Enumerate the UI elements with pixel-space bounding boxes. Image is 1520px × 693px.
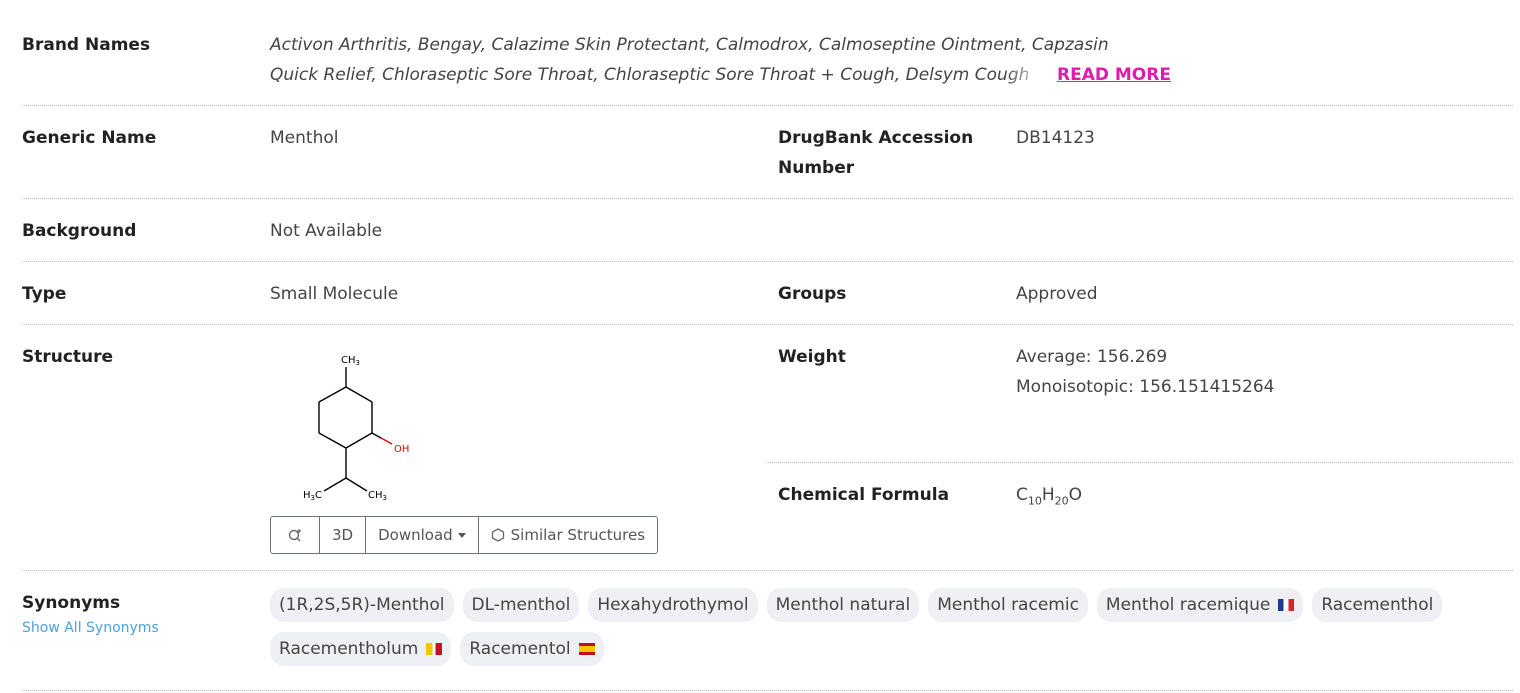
- chemical-formula-value: C10H20O: [1016, 485, 1083, 508]
- synonym-pill: Racementol: [460, 632, 604, 666]
- type-value: Small Molecule: [270, 284, 399, 304]
- similar-structures-label: Similar Structures: [510, 526, 646, 544]
- structure-toolbar: 3D Download Similar Structures: [270, 516, 659, 554]
- magnify-icon: [288, 529, 301, 542]
- groups-label: Groups: [778, 284, 847, 304]
- generic-name-value: Menthol: [270, 128, 339, 148]
- divider: [22, 198, 1513, 199]
- weight-monoisotopic: Monoisotopic: 156.151415264: [1016, 377, 1275, 397]
- atom-ch3-top: CH3: [341, 355, 360, 367]
- synonym-pill: Menthol natural: [766, 588, 920, 622]
- weight-average: Average: 156.269: [1016, 347, 1168, 367]
- atom-oh: OH: [394, 444, 409, 455]
- brand-names-line1: Activon Arthritis, Bengay, Calazime Skin…: [270, 35, 1109, 55]
- show-all-synonyms-link[interactable]: Show All Synonyms: [22, 620, 159, 636]
- molecule-structure: CH3 OH H3C CH3: [303, 355, 409, 502]
- brand-names-line2: Quick Relief, Chloraseptic Sore Throat, …: [270, 65, 1030, 85]
- synonym-pill: Racementhol: [1312, 588, 1443, 622]
- synonym-pill: DL-menthol: [462, 588, 580, 622]
- background-value: Not Available: [270, 221, 383, 241]
- synonyms-label: Synonyms: [22, 593, 121, 613]
- synonym-pill: Menthol racemic: [928, 588, 1088, 622]
- divider: [22, 105, 1513, 106]
- accession-value: DB14123: [1016, 128, 1095, 148]
- brand-names-label: Brand Names: [22, 35, 151, 55]
- chevron-down-icon: [457, 532, 466, 538]
- background-label: Background: [22, 221, 137, 241]
- synonym-pill: Hexahydrothymol: [588, 588, 758, 622]
- read-more-link[interactable]: READ MORE: [1057, 60, 1171, 90]
- divider: [22, 570, 1513, 571]
- divider: [22, 324, 1513, 325]
- download-dropdown[interactable]: Download: [366, 517, 479, 553]
- flag-france-icon: [1278, 599, 1295, 611]
- divider: [22, 690, 1513, 691]
- divider: [766, 462, 1513, 463]
- weight-label: Weight: [778, 347, 846, 367]
- flag-latin-icon: [426, 643, 443, 655]
- atom-ch3-right: CH3: [368, 490, 387, 502]
- synonym-pill: (1R,2S,5R)-Menthol: [270, 588, 454, 622]
- type-label: Type: [22, 284, 67, 304]
- divider: [22, 261, 1513, 262]
- accession-label-line2: Number: [778, 158, 855, 178]
- synonym-pill: Menthol racemique: [1096, 588, 1304, 622]
- synonym-pill: Racementholum: [270, 632, 452, 666]
- accession-label-line1: DrugBank Accession: [778, 128, 974, 148]
- similar-structures-button[interactable]: Similar Structures: [479, 517, 657, 553]
- generic-name-label: Generic Name: [22, 128, 157, 148]
- chemical-formula-label: Chemical Formula: [778, 485, 950, 505]
- brand-names-fade: [1005, 61, 1065, 91]
- groups-value: Approved: [1016, 284, 1098, 304]
- 3d-button[interactable]: 3D: [320, 517, 367, 553]
- structure-label: Structure: [22, 347, 114, 367]
- atom-h3c: H3C: [303, 490, 322, 502]
- hexagon-icon: [491, 528, 504, 542]
- synonyms-list: (1R,2S,5R)-Menthol DL-menthol Hexahydrot…: [270, 588, 1510, 676]
- zoom-button[interactable]: [271, 517, 320, 553]
- download-label: Download: [378, 526, 453, 544]
- flag-spain-icon: [578, 643, 595, 655]
